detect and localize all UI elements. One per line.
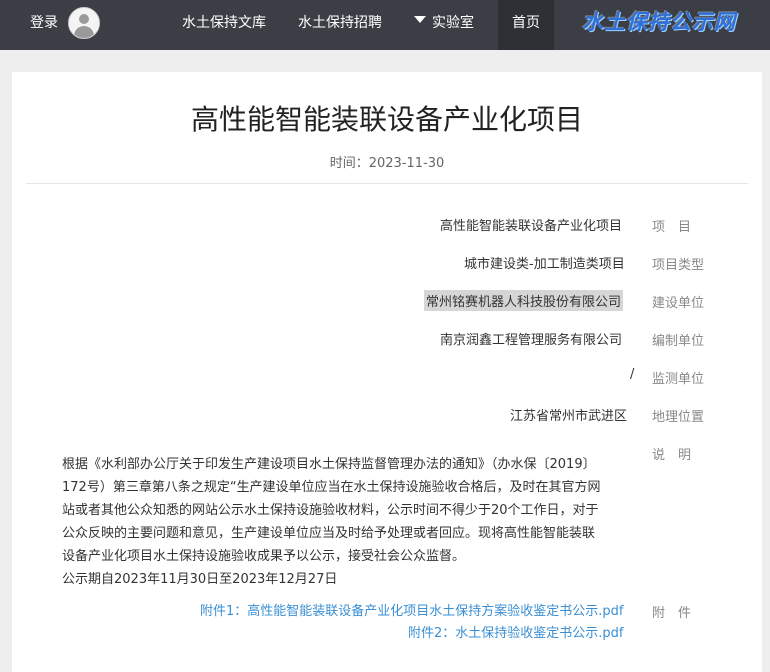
page-title: 高性能智能装联设备产业化项目: [190, 103, 583, 136]
attachments-label: 附 件: [652, 606, 692, 621]
avatar-body: [74, 26, 94, 38]
description-line-4: 公众反映的主要问题和意见，生产建设单位应当及时给予处理或者回应。现将高性能智能装…: [62, 526, 596, 541]
description-line-3: 站或者其他公众知悉的网站公示水土保持设施验收材料，公示时间不得少于20个工作日，…: [62, 503, 599, 518]
description-line-5: 设备产业化项目水土保持设施验收成果予以公示，接受社会公众监督。: [62, 549, 466, 564]
project-label: 项 目: [652, 220, 692, 235]
description-line-1: 根据《水利部办公厅关于印发生产建设项目水土保持监督管理办法的通知》（办水保〔20…: [62, 457, 596, 472]
attachment-link-2[interactable]: 附件2：水土保持验收鉴定书公示.pdf: [408, 622, 623, 641]
top-navigation-bar: 登录 水土保持文库 水土保持招聘 实验室 首页 水土保持公示网: [0, 0, 770, 50]
compiler-value: 南京润鑫工程管理服务有限公司: [440, 333, 623, 348]
title-divider: [26, 183, 748, 184]
site-logo[interactable]: 水土保持公示网: [582, 6, 736, 36]
nav-lab[interactable]: 实验室: [432, 12, 474, 32]
article-card: 高性能智能装联设备产业化项目 时间：2023-11-30 项 目 高性能智能装联…: [12, 72, 762, 672]
location-value: 江苏省常州市武进区: [510, 409, 628, 424]
nav-recruit[interactable]: 水土保持招聘: [298, 12, 382, 32]
monitor-value: /: [630, 367, 635, 382]
project-type-value: 城市建设类-加工制造类项目: [464, 257, 625, 272]
publish-time: 时间：2023-11-30: [329, 156, 445, 171]
avatar-head: [79, 14, 89, 24]
project-type-label: 项目类型: [652, 258, 705, 273]
chevron-down-icon[interactable]: [414, 16, 426, 23]
description-label: 说 明: [652, 448, 692, 463]
user-avatar-icon[interactable]: [68, 7, 100, 39]
description-line-6: 公示期自2023年11月30日至2023年12月27日: [62, 572, 338, 587]
nav-home[interactable]: 首页: [512, 12, 540, 32]
builder-label: 建设单位: [652, 296, 705, 311]
nav-library[interactable]: 水土保持文库: [182, 12, 266, 32]
project-value: 高性能智能装联设备产业化项目: [440, 219, 623, 234]
attachment-link-1[interactable]: 附件1：高性能智能装联设备产业化项目水土保持方案验收鉴定书公示.pdf: [200, 600, 623, 619]
description-line-2: 172号）第三章第八条之规定“生产建设单位应当在水土保持设施验收合格后，及时在其…: [62, 480, 601, 495]
monitor-label: 监测单位: [652, 372, 705, 387]
location-label: 地理位置: [652, 410, 705, 425]
login-link[interactable]: 登录: [30, 12, 58, 32]
builder-value: 常州铭赛机器人科技股份有限公司: [424, 290, 624, 311]
compiler-label: 编制单位: [652, 334, 705, 349]
